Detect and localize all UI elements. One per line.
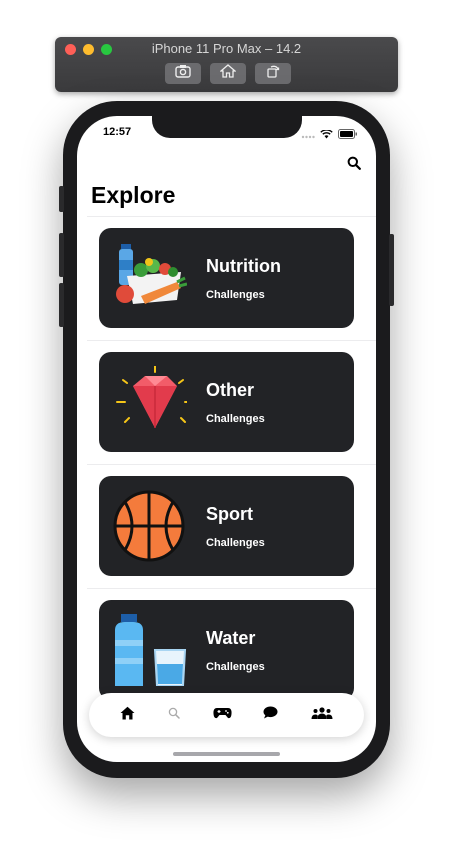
status-indicators	[301, 126, 358, 144]
screenshot-icon	[175, 64, 191, 83]
screenshot-button[interactable]	[165, 63, 201, 84]
category-subtitle: Challenges	[206, 289, 265, 301]
category-card-water[interactable]: Water Challenges	[99, 600, 354, 700]
tab-games[interactable]	[210, 703, 234, 727]
search-icon	[347, 156, 361, 174]
signal-icon	[301, 126, 315, 144]
category-title: Nutrition	[206, 256, 281, 276]
category-card-nutrition[interactable]: Nutrition Challenges	[99, 228, 354, 328]
tab-messages[interactable]	[258, 703, 282, 727]
app-screen: 12:57 Explore Nutrition Challenges Other…	[77, 116, 376, 762]
category-title: Sport	[206, 504, 253, 524]
search-icon	[168, 706, 180, 724]
divider	[87, 588, 376, 589]
category-subtitle: Challenges	[206, 537, 265, 549]
category-subtitle: Challenges	[206, 661, 265, 673]
simulator-toolbar: iPhone 11 Pro Max – 14.2	[55, 37, 398, 92]
home-icon	[120, 706, 135, 725]
category-title: Other	[206, 380, 255, 400]
mute-switch	[59, 186, 64, 212]
gamepad-icon	[212, 706, 232, 724]
water-bottle-icon	[111, 614, 187, 687]
status-time: 12:57	[103, 126, 132, 138]
volume-up-button	[59, 233, 64, 277]
tab-bar	[89, 693, 364, 737]
basketball-icon	[111, 490, 187, 562]
wifi-icon	[320, 126, 333, 144]
battery-icon	[338, 126, 358, 144]
users-icon	[311, 706, 333, 724]
power-button	[389, 234, 394, 306]
window-title: iPhone 11 Pro Max – 14.2	[151, 41, 302, 56]
tab-community[interactable]	[309, 703, 335, 727]
category-card-other[interactable]: Other Challenges	[99, 352, 354, 452]
home-button[interactable]	[210, 63, 246, 84]
nutrition-icon	[111, 242, 188, 314]
divider	[87, 216, 376, 217]
category-title: Water	[206, 628, 256, 648]
rotate-icon	[265, 64, 281, 83]
divider	[87, 340, 376, 341]
tab-home[interactable]	[115, 703, 139, 727]
divider	[87, 464, 376, 465]
category-subtitle: Challenges	[206, 413, 265, 425]
diamond-icon	[111, 365, 194, 438]
chat-icon	[263, 706, 278, 724]
header-search-button[interactable]	[347, 156, 361, 175]
page-title: Explore	[91, 182, 176, 208]
volume-down-button	[59, 283, 64, 327]
notch	[152, 116, 302, 138]
category-card-sport[interactable]: Sport Challenges	[99, 476, 354, 576]
home-indicator[interactable]	[173, 752, 280, 756]
rotate-button[interactable]	[255, 63, 291, 84]
tab-search[interactable]	[162, 703, 186, 727]
home-icon	[219, 64, 237, 83]
